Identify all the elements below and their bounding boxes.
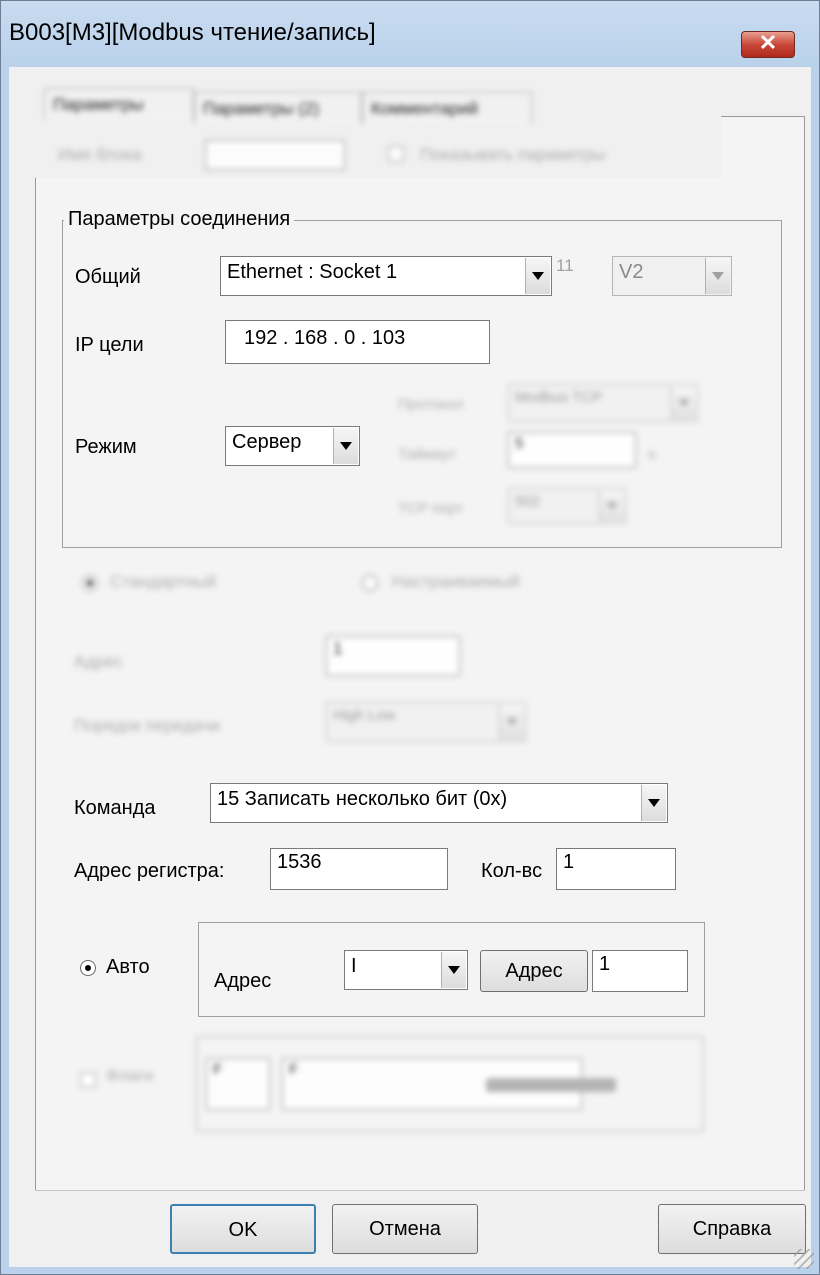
chevron-down-icon[interactable]: [599, 490, 624, 522]
tcp-port-select[interactable]: 502: [508, 488, 626, 524]
standard-label: Стандартный: [110, 572, 217, 591]
chevron-down-icon[interactable]: [641, 785, 666, 821]
protocol-select[interactable]: Modbus TCP: [508, 384, 698, 422]
tcp-port-label: TCP порт: [398, 500, 464, 517]
general-select[interactable]: Ethernet : Socket 1: [220, 256, 552, 296]
general-select-value: Ethernet : Socket 1: [227, 261, 398, 283]
window-title: B003[M3][Modbus чтение/запись]: [9, 19, 376, 46]
slave-address-label: Адрес: [74, 652, 123, 671]
custom-radio[interactable]: [362, 575, 378, 591]
address-button[interactable]: Адрес: [480, 950, 588, 992]
version-select[interactable]: V2: [612, 256, 732, 296]
close-icon: ✕: [758, 30, 778, 55]
close-button[interactable]: ✕: [741, 30, 795, 58]
chevron-down-icon[interactable]: [671, 386, 696, 420]
chevron-down-icon[interactable]: [333, 428, 358, 464]
flag-checkbox[interactable]: [80, 1072, 96, 1088]
version-select-value: V2: [619, 261, 644, 283]
general-extra: 11: [556, 256, 574, 275]
tcp-port-select-value: 502: [515, 493, 541, 510]
flag-label: Флаги: [106, 1066, 154, 1085]
help-button[interactable]: Справка: [658, 1204, 806, 1254]
protocol-label: Протокол: [398, 396, 464, 413]
ip-label: IP цели: [75, 334, 144, 356]
address-type-select[interactable]: I: [344, 950, 468, 990]
address-type-value: I: [351, 955, 357, 977]
chevron-down-icon[interactable]: [705, 258, 730, 294]
count-label: Кол-вс: [481, 860, 543, 882]
connection-group-title: Параметры соединения: [64, 208, 295, 231]
title-bar[interactable]: B003[M3][Modbus чтение/запись] ✕: [1, 1, 819, 67]
register-address-input[interactable]: 1536: [270, 848, 448, 890]
slave-address-input[interactable]: 1: [326, 636, 460, 676]
tab-comment[interactable]: Комментарий: [362, 92, 532, 124]
byte-order-select-value: High Low: [333, 707, 396, 724]
protocol-select-value: Modbus TCP: [515, 389, 603, 406]
tab-parameters-2[interactable]: Параметры (2): [194, 92, 362, 124]
chevron-down-icon[interactable]: [525, 258, 550, 294]
register-address-label: Адрес регистра:: [74, 860, 225, 882]
command-label: Команда: [74, 797, 156, 819]
block-name-input[interactable]: [205, 140, 345, 170]
flag-input-1[interactable]: F: [206, 1058, 270, 1110]
byte-order-select[interactable]: High Low: [326, 702, 526, 742]
timeout-label: Таймаут: [398, 446, 457, 463]
flag-bar: [486, 1078, 616, 1092]
ok-button[interactable]: OK: [170, 1204, 316, 1254]
block-name-label: Имя блока: [58, 145, 142, 164]
auto-label: Авто: [106, 956, 150, 978]
mode-label: Режим: [75, 436, 137, 458]
show-params-label: Показывать параметры: [420, 145, 606, 164]
tab-parameters[interactable]: Параметры: [44, 88, 194, 120]
timeout-unit: s: [648, 446, 656, 463]
standard-radio[interactable]: [82, 575, 98, 591]
chevron-down-icon[interactable]: [499, 704, 524, 740]
byte-order-label: Порядок передачи: [74, 716, 221, 735]
ip-input[interactable]: 192 . 168 . 0 . 103: [225, 320, 490, 364]
command-select-value: 15 Записать несколько бит (0x): [217, 788, 508, 810]
command-select[interactable]: 15 Записать несколько бит (0x): [210, 783, 668, 823]
cancel-button[interactable]: Отмена: [332, 1204, 478, 1254]
custom-label: Настраиваемый: [392, 572, 520, 591]
resize-grip-icon[interactable]: [794, 1249, 814, 1269]
chevron-down-icon[interactable]: [441, 952, 466, 988]
timeout-input[interactable]: 5: [508, 432, 636, 468]
auto-address-input[interactable]: 1: [592, 950, 688, 992]
auto-radio[interactable]: [80, 960, 96, 976]
general-label: Общий: [75, 266, 141, 288]
mode-select-value: Сервер: [232, 431, 302, 453]
show-params-checkbox[interactable]: [388, 146, 404, 162]
count-input[interactable]: 1: [556, 848, 676, 890]
mode-select[interactable]: Сервер: [225, 426, 360, 466]
footer-divider: [35, 1190, 805, 1191]
auto-address-label: Адрес: [214, 970, 272, 992]
